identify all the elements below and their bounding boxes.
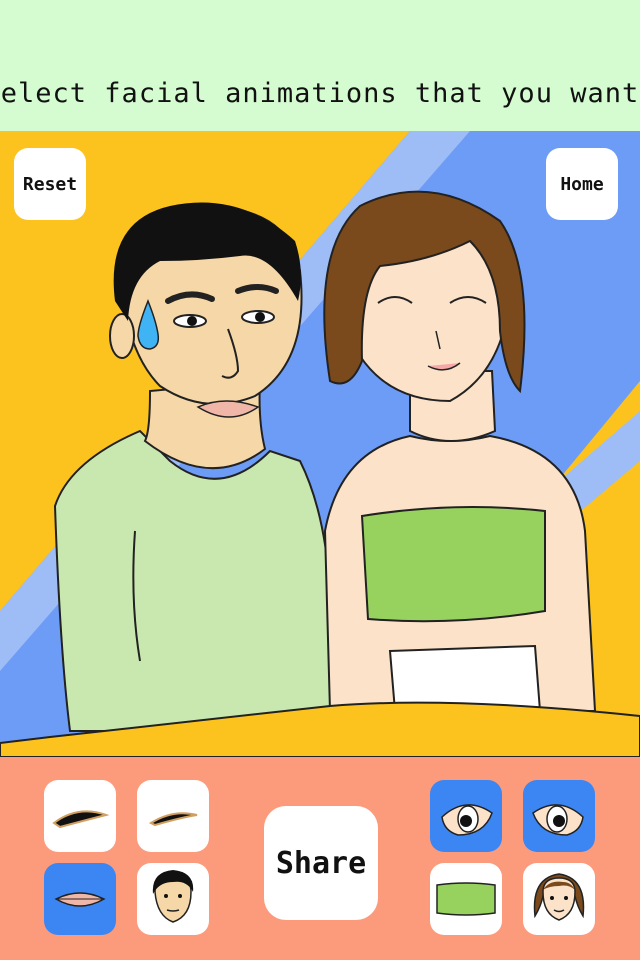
eyebrow-thick-icon xyxy=(52,810,110,829)
share-button[interactable]: Share xyxy=(264,806,378,920)
eye-right-icon xyxy=(532,804,584,836)
home-button[interactable]: Home xyxy=(546,148,618,220)
instruction-text: Select facial animations that you want. xyxy=(0,78,640,109)
green-top-tile[interactable] xyxy=(430,863,502,935)
woman-face-icon xyxy=(533,873,585,921)
instruction-header: Select facial animations that you want. xyxy=(0,0,640,131)
lips-tile[interactable] xyxy=(44,863,116,935)
reset-button[interactable]: Reset xyxy=(14,148,86,220)
green-top-icon xyxy=(436,882,496,916)
eyebrow-thick-tile[interactable] xyxy=(44,780,116,852)
eye-right-tile[interactable] xyxy=(523,780,595,852)
eyebrow-thin-tile[interactable] xyxy=(137,780,209,852)
illustration-canvas xyxy=(0,131,640,757)
eyebrow-thin-icon xyxy=(148,812,198,827)
eye-left-icon xyxy=(441,804,493,836)
lips-icon xyxy=(54,892,106,907)
eye-left-tile[interactable] xyxy=(430,780,502,852)
man-face-icon xyxy=(152,870,194,923)
man-face-tile[interactable] xyxy=(137,863,209,935)
woman-face-tile[interactable] xyxy=(523,863,595,935)
